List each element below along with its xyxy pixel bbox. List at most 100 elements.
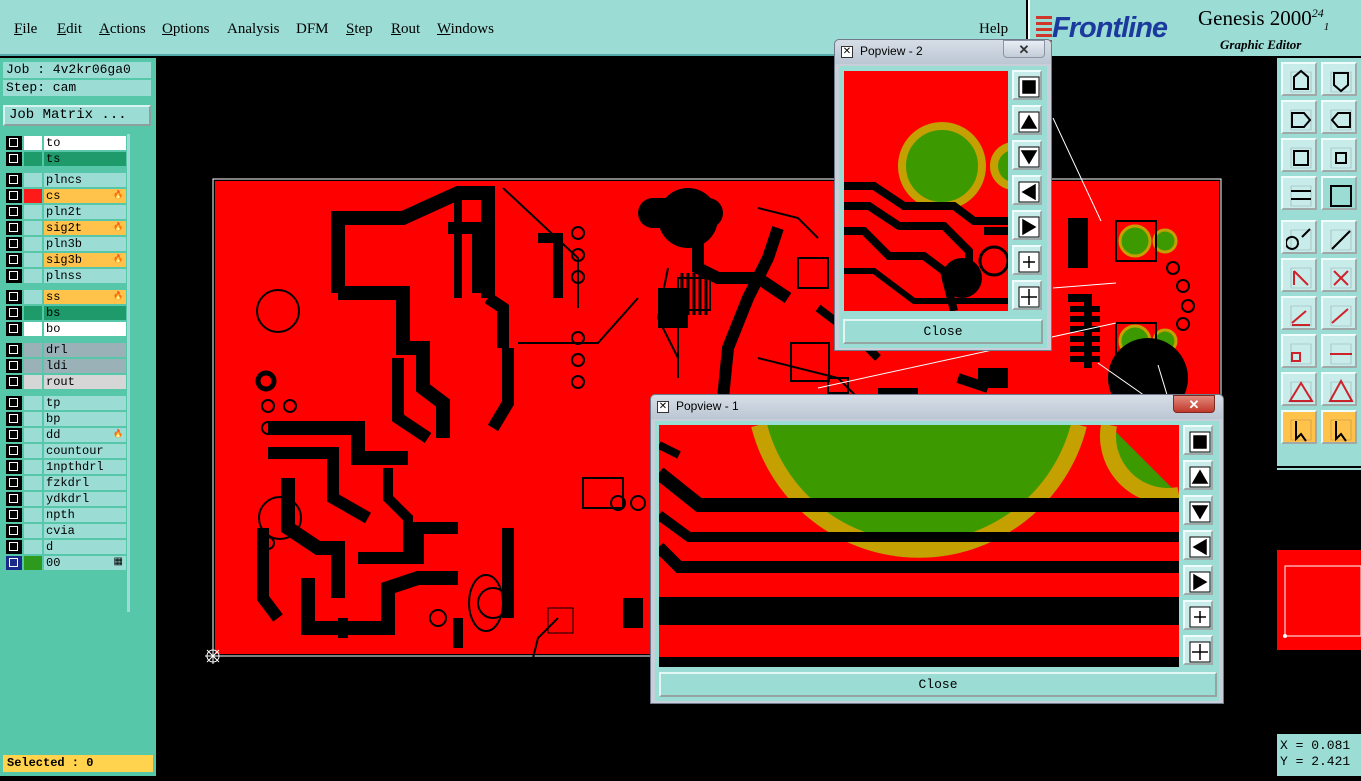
popview-2-close-button[interactable]: Close [843, 319, 1043, 344]
popview-pan-down-button[interactable] [1012, 140, 1042, 170]
layer-checkbox[interactable] [6, 221, 22, 235]
layer-name[interactable]: sig3b 🔥 [44, 253, 126, 267]
layer-row-bp[interactable]: bp [6, 412, 126, 426]
pointer-button[interactable] [1281, 410, 1317, 444]
layer-row-d[interactable]: d [6, 540, 126, 554]
popview-1-close-x[interactable]: ✕ [1173, 395, 1215, 413]
layer-name[interactable]: plnss [44, 269, 126, 283]
popview-pan-up-button[interactable] [1012, 105, 1042, 135]
layer-name[interactable]: plncs [44, 173, 126, 187]
layer-color-swatch[interactable] [24, 173, 42, 187]
layer-checkbox[interactable] [6, 359, 22, 373]
layer-checkbox[interactable] [6, 412, 22, 426]
layer-row-ldi[interactable]: ldi [6, 359, 126, 373]
popview-pan-left-button[interactable] [1183, 530, 1213, 560]
layer-color-swatch[interactable] [24, 540, 42, 554]
layer-color-swatch[interactable] [24, 444, 42, 458]
layer-color-swatch[interactable] [24, 322, 42, 336]
layer-color-swatch[interactable] [24, 476, 42, 490]
layer-row-plncs[interactable]: plncs [6, 173, 126, 187]
grid-button[interactable] [1321, 176, 1357, 210]
layer-row-dd[interactable]: dd 🔥 [6, 428, 126, 442]
layer-color-swatch[interactable] [24, 492, 42, 506]
layer-name[interactable]: fzkdrl [44, 476, 126, 490]
draw-line-button[interactable] [1321, 220, 1357, 254]
dash-button[interactable] [1321, 334, 1357, 368]
popview-pan-right-button[interactable] [1012, 210, 1042, 240]
popview-pan-left-button[interactable] [1012, 175, 1042, 205]
menu-dfm[interactable]: DFM [296, 21, 329, 38]
triangle-red-button[interactable] [1321, 372, 1357, 406]
layer-row-bo[interactable]: bo [6, 322, 126, 336]
layer-name[interactable]: to [44, 136, 126, 150]
layer-name[interactable]: drl [44, 343, 126, 357]
layer-name[interactable]: ts [44, 152, 126, 166]
layer-name[interactable]: cvia [44, 524, 126, 538]
layer-name[interactable]: rout [44, 375, 126, 389]
popview-1-close-button[interactable]: Close [659, 672, 1217, 697]
pad-button[interactable] [1281, 334, 1317, 368]
layer-checkbox[interactable] [6, 269, 22, 283]
layer-row-bs[interactable]: bs [6, 306, 126, 320]
layer-row-sig2t[interactable]: sig2t 🔥 [6, 221, 126, 235]
layer-row-ss[interactable]: ss 🔥 [6, 290, 126, 304]
layer-row-countour[interactable]: countour [6, 444, 126, 458]
layer-checkbox[interactable] [6, 290, 22, 304]
popview-zoom-out-button[interactable] [1183, 635, 1213, 665]
layer-color-swatch[interactable] [24, 359, 42, 373]
layer-checkbox[interactable] [6, 375, 22, 389]
layer-color-swatch[interactable] [24, 189, 42, 203]
layer-row-plnss[interactable]: plnss [6, 269, 126, 283]
job-matrix-button[interactable]: Job Matrix ... [3, 105, 151, 126]
layer-color-swatch[interactable] [24, 290, 42, 304]
layer-row-pln3b[interactable]: pln3b [6, 237, 126, 251]
popview-zoom-home-button[interactable] [1012, 70, 1042, 100]
layer-color-swatch[interactable] [24, 375, 42, 389]
layer-color-swatch[interactable] [24, 460, 42, 474]
layer-checkbox[interactable] [6, 492, 22, 506]
layer-row-sig3b[interactable]: sig3b 🔥 [6, 253, 126, 267]
popview-zoom-home-button[interactable] [1183, 425, 1213, 455]
measure-button[interactable] [1281, 176, 1317, 210]
layer-color-swatch[interactable] [24, 508, 42, 522]
layer-color-swatch[interactable] [24, 269, 42, 283]
layer-name[interactable]: tp [44, 396, 126, 410]
layer-row-pln2t[interactable]: pln2t [6, 205, 126, 219]
layer-checkbox[interactable] [6, 508, 22, 522]
layer-color-swatch[interactable] [24, 343, 42, 357]
zoom-center-button[interactable] [1321, 138, 1357, 172]
layer-name[interactable]: countour [44, 444, 126, 458]
layer-row-cs[interactable]: cs 🔥 [6, 189, 126, 203]
layer-name[interactable]: 1npthdrl [44, 460, 126, 474]
popview-1-titlebar[interactable]: ✕ Popview - 1 ✕ [651, 395, 1223, 419]
layer-name[interactable]: dd 🔥 [44, 428, 126, 442]
layer-color-swatch[interactable] [24, 556, 42, 570]
layer-row-to[interactable]: to [6, 136, 126, 150]
cross-button[interactable] [1321, 258, 1357, 292]
layer-checkbox[interactable] [6, 396, 22, 410]
layer-checkbox[interactable] [6, 524, 22, 538]
layer-checkbox[interactable] [6, 152, 22, 166]
popview-pan-down-button[interactable] [1183, 495, 1213, 525]
layer-checkbox[interactable] [6, 460, 22, 474]
pan-up-button[interactable] [1281, 62, 1317, 96]
layer-name[interactable]: cs 🔥 [44, 189, 126, 203]
layer-checkbox[interactable] [6, 253, 22, 267]
layer-name[interactable]: bo [44, 322, 126, 336]
pan-right-button[interactable] [1321, 100, 1357, 134]
layer-color-swatch[interactable] [24, 412, 42, 426]
layer-color-swatch[interactable] [24, 306, 42, 320]
layer-name[interactable]: npth [44, 508, 126, 522]
arc-button[interactable] [1281, 296, 1317, 330]
layer-checkbox[interactable] [6, 306, 22, 320]
layer-row-drl[interactable]: drl [6, 343, 126, 357]
layer-checkbox[interactable] [6, 428, 22, 442]
layer-checkbox[interactable] [6, 189, 22, 203]
menu-windows[interactable]: Windows [437, 21, 494, 38]
layer-name[interactable]: bs [44, 306, 126, 320]
popview-pan-up-button[interactable] [1183, 460, 1213, 490]
layer-row-rout[interactable]: rout [6, 375, 126, 389]
menu-rout[interactable]: Rout [391, 21, 420, 38]
popview-zoom-in-button[interactable] [1183, 600, 1213, 630]
layer-checkbox[interactable] [6, 322, 22, 336]
